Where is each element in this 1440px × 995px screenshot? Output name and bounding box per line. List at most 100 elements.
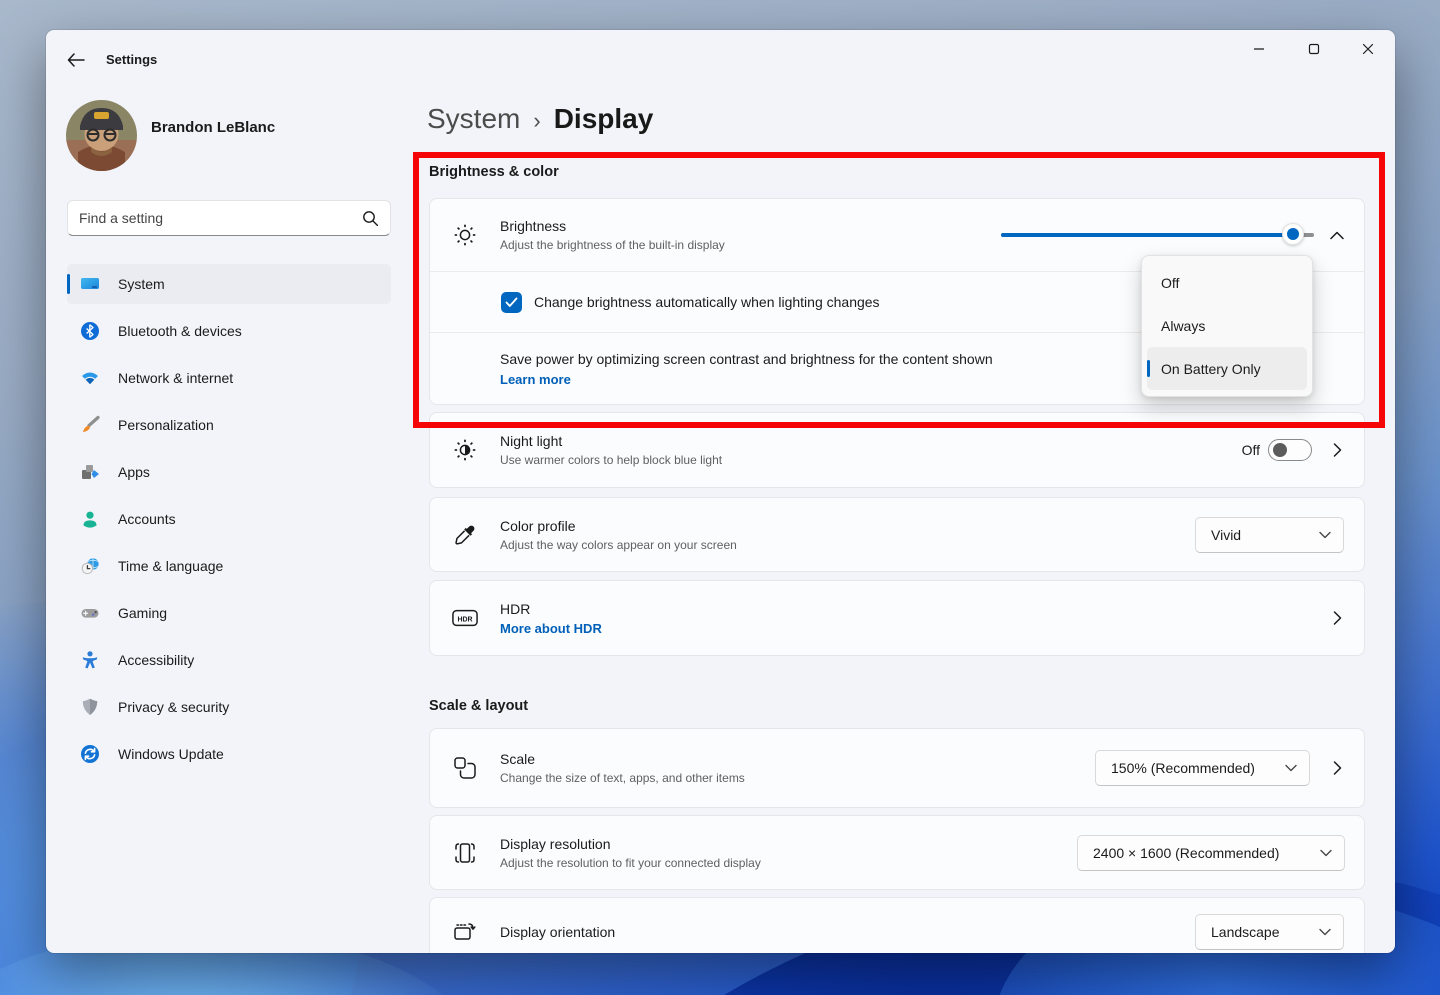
chevron-down-icon <box>1319 928 1331 936</box>
flyout-item-always[interactable]: Always <box>1147 304 1307 347</box>
sidebar-item-label: Windows Update <box>118 746 224 762</box>
clock-globe-icon <box>80 556 100 576</box>
system-icon <box>80 274 100 294</box>
color-profile-title: Color profile <box>500 518 737 534</box>
scale-icon <box>452 755 478 781</box>
sidebar-item-gaming[interactable]: Gaming <box>67 593 391 633</box>
checkmark-icon <box>505 297 518 308</box>
brightness-subtitle: Adjust the brightness of the built-in di… <box>500 238 725 252</box>
more-about-hdr-link[interactable]: More about HDR <box>500 621 602 636</box>
color-profile-icon <box>452 522 478 548</box>
display-resolution-title: Display resolution <box>500 836 761 852</box>
sidebar-item-label: Privacy & security <box>118 699 229 715</box>
display-orientation-value: Landscape <box>1211 924 1280 940</box>
scale-subtitle: Change the size of text, apps, and other… <box>500 771 745 785</box>
sidebar-item-label: Bluetooth & devices <box>118 323 242 339</box>
hdr-title: HDR <box>500 601 602 617</box>
sidebar-item-personalization[interactable]: Personalization <box>67 405 391 445</box>
scale-title: Scale <box>500 751 745 767</box>
minimize-icon <box>1253 43 1265 55</box>
sidebar-item-accounts[interactable]: Accounts <box>67 499 391 539</box>
sidebar-item-network[interactable]: Network & internet <box>67 358 391 398</box>
breadcrumb-system[interactable]: System <box>427 103 520 135</box>
search-input[interactable] <box>79 202 359 234</box>
night-light-toggle[interactable] <box>1268 439 1312 461</box>
sidebar-item-label: Gaming <box>118 605 167 621</box>
flyout-item-off[interactable]: Off <box>1147 261 1307 304</box>
brightness-slider[interactable] <box>1001 233 1314 237</box>
toggle-knob <box>1273 443 1287 457</box>
maximize-button[interactable] <box>1299 34 1329 64</box>
night-light-card[interactable]: Night light Use warmer colors to help bl… <box>429 412 1365 488</box>
sidebar-item-label: Time & language <box>118 558 223 574</box>
sidebar-item-label: Apps <box>118 464 150 480</box>
chevron-right-icon[interactable] <box>1326 607 1348 629</box>
sidebar-item-time-language[interactable]: Time & language <box>67 546 391 586</box>
section-heading-brightness-color: Brightness & color <box>429 164 559 180</box>
search-icon <box>362 210 379 227</box>
night-light-subtitle: Use warmer colors to help block blue lig… <box>500 453 722 467</box>
apps-icon <box>80 462 100 482</box>
display-orientation-title: Display orientation <box>500 924 615 940</box>
hdr-card[interactable]: HDR HDR More about HDR <box>429 580 1365 656</box>
sidebar-item-apps[interactable]: Apps <box>67 452 391 492</box>
section-heading-scale-layout: Scale & layout <box>429 698 528 714</box>
auto-brightness-checkbox[interactable] <box>501 292 522 313</box>
sidebar-item-label: Network & internet <box>118 370 233 386</box>
close-icon <box>1362 43 1374 55</box>
sidebar-item-bluetooth[interactable]: Bluetooth & devices <box>67 311 391 351</box>
breadcrumb: System › Display <box>427 103 653 135</box>
scale-card[interactable]: Scale Change the size of text, apps, and… <box>429 728 1365 808</box>
person-icon <box>80 509 100 529</box>
sidebar-item-label: Personalization <box>118 417 214 433</box>
sidebar-item-privacy[interactable]: Privacy & security <box>67 687 391 727</box>
user-name: Brandon LeBlanc <box>151 119 275 136</box>
chevron-down-icon <box>1319 531 1331 539</box>
night-light-toggle-state: Off <box>1242 442 1260 458</box>
sidebar-item-label: Accounts <box>118 511 176 527</box>
back-arrow-icon <box>67 53 85 67</box>
gamepad-icon <box>80 603 100 623</box>
brightness-icon <box>452 222 478 248</box>
sidebar-item-label: System <box>118 276 165 292</box>
scale-dropdown[interactable]: 150% (Recommended) <box>1095 750 1310 786</box>
maximize-icon <box>1308 43 1320 55</box>
sidebar-item-system[interactable]: System <box>67 264 391 304</box>
night-light-title: Night light <box>500 433 722 449</box>
chevron-right-icon[interactable] <box>1326 757 1348 779</box>
accessibility-person-icon <box>80 650 100 670</box>
display-orientation-dropdown[interactable]: Landscape <box>1195 914 1344 950</box>
sidebar-item-label: Accessibility <box>118 652 194 668</box>
window-title: Settings <box>106 52 157 67</box>
shield-icon <box>80 697 100 717</box>
display-resolution-dropdown[interactable]: 2400 × 1600 (Recommended) <box>1077 835 1345 871</box>
desktop-wallpaper: Settings <box>0 0 1440 995</box>
color-profile-card: Color profile Adjust the way colors appe… <box>429 497 1365 572</box>
sidebar-item-windows-update[interactable]: Windows Update <box>67 734 391 774</box>
sidebar-item-accessibility[interactable]: Accessibility <box>67 640 391 680</box>
brightness-slider-fill <box>1001 233 1293 237</box>
display-resolution-icon <box>452 840 478 866</box>
color-profile-dropdown[interactable]: Vivid <box>1195 517 1344 553</box>
collapse-button[interactable] <box>1324 222 1350 248</box>
update-icon <box>80 744 100 764</box>
avatar <box>66 100 137 171</box>
chevron-right-icon[interactable] <box>1326 439 1348 461</box>
back-button[interactable] <box>62 46 90 74</box>
brightness-slider-thumb[interactable] <box>1282 223 1304 245</box>
settings-window: Settings <box>46 30 1395 953</box>
display-resolution-value: 2400 × 1600 (Recommended) <box>1093 845 1279 861</box>
brightness-title: Brightness <box>500 218 725 234</box>
scale-value: 150% (Recommended) <box>1111 760 1255 776</box>
minimize-button[interactable] <box>1244 34 1274 64</box>
page-title: Display <box>554 103 654 135</box>
hdr-badge-text: HDR <box>457 617 472 624</box>
auto-brightness-flyout: Off Always On Battery Only <box>1141 255 1313 397</box>
chevron-down-icon <box>1320 849 1332 857</box>
display-resolution-subtitle: Adjust the resolution to fit your connec… <box>500 856 761 870</box>
color-profile-subtitle: Adjust the way colors appear on your scr… <box>500 538 737 552</box>
wifi-icon <box>80 368 100 388</box>
bluetooth-icon <box>80 321 100 341</box>
close-button[interactable] <box>1353 34 1383 64</box>
flyout-item-on-battery-only[interactable]: On Battery Only <box>1147 347 1307 390</box>
